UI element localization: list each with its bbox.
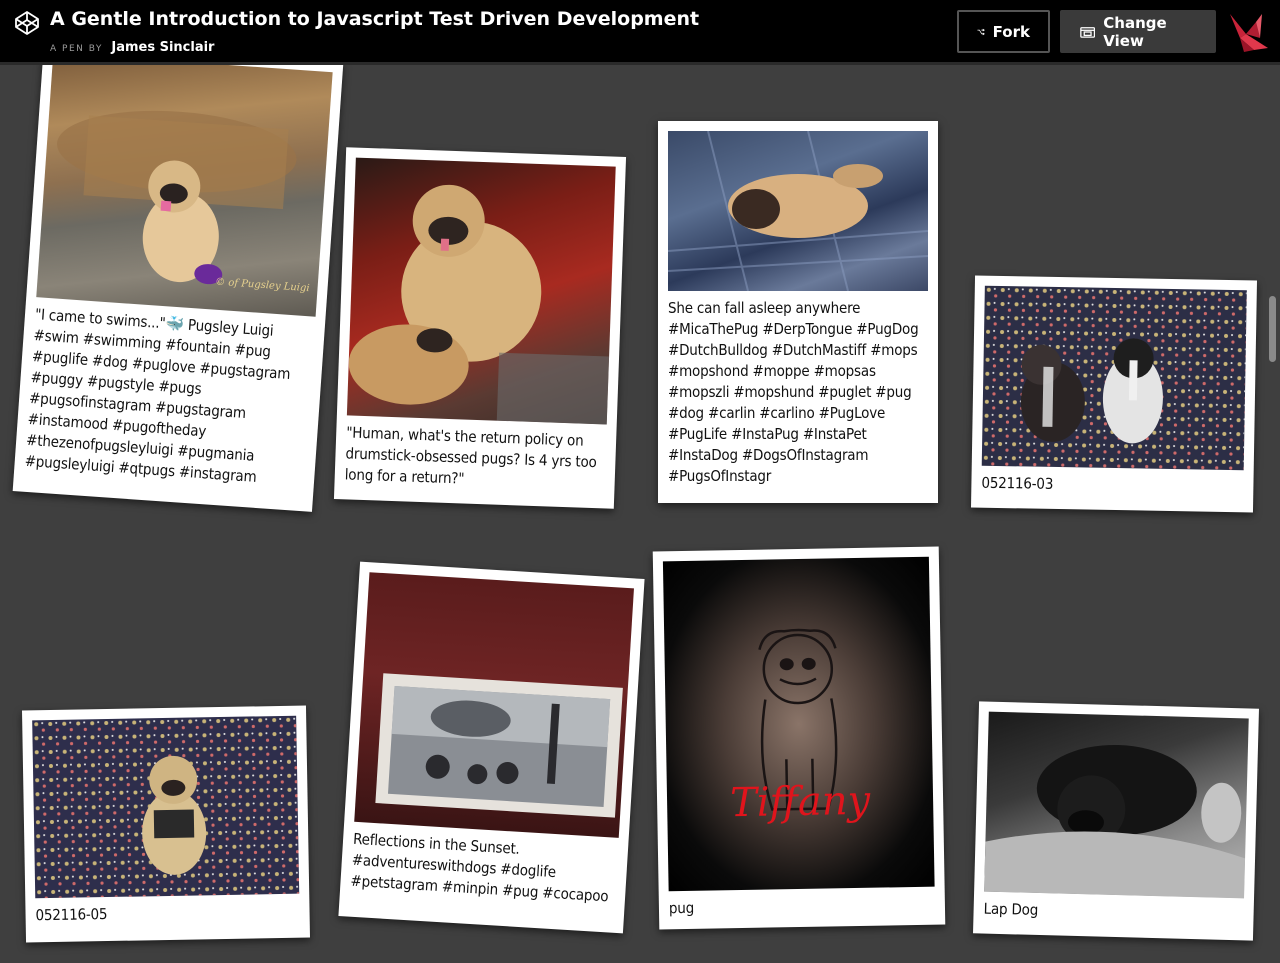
lap-dog-photo	[984, 711, 1249, 899]
card-caption: She can fall asleep anywhere #MicaThePug…	[668, 299, 919, 485]
two-bulldogs-photo	[981, 285, 1247, 471]
pug-fountain-photo: © of Pugsley Luigi	[36, 52, 333, 317]
codepen-logo-icon[interactable]	[14, 10, 40, 36]
sleeping-pug-photo	[668, 131, 928, 291]
change-view-button[interactable]: Change View	[1060, 10, 1216, 53]
card-caption: Lap Dog	[983, 899, 1039, 919]
origami-bird-avatar[interactable]	[1226, 8, 1272, 54]
fork-icon	[977, 28, 985, 35]
card-caption: pug	[668, 898, 695, 918]
photo-card[interactable]: © of Pugsley Luigi "I came to swims..."🐳…	[12, 42, 344, 512]
card-caption: 052116-05	[35, 905, 108, 925]
card-caption: Reflections in the Sunset. #adventureswi…	[350, 829, 609, 906]
photo-card[interactable]: 052116-03	[970, 275, 1258, 513]
photo-card[interactable]: Reflections in the Sunset. #adventureswi…	[338, 561, 645, 934]
change-view-label: Change View	[1103, 13, 1167, 50]
photo-card[interactable]: "Human, what's the return policy on drum…	[333, 147, 627, 509]
photo-card[interactable]: 052116-05	[21, 705, 311, 943]
pen-byline: A PEN BY James Sinclair	[50, 38, 214, 56]
pen-label: A PEN BY	[50, 44, 103, 54]
change-view-icon	[1080, 26, 1096, 38]
pen-title[interactable]: A Gentle Introduction to Javascript Test…	[50, 8, 699, 30]
tattoo-lettering: Tiffany	[729, 777, 871, 827]
pugs-on-sofa-photo	[346, 157, 616, 425]
fork-button[interactable]: Fork	[957, 10, 1050, 53]
pug-harness-photo	[32, 715, 300, 899]
window-reflection-photo	[354, 572, 634, 838]
pen-header: A Gentle Introduction to Javascript Test…	[0, 0, 1280, 65]
card-caption: 052116-03	[981, 473, 1054, 493]
card-caption: "I came to swims..."🐳 Pugsley Luigi #swi…	[24, 305, 291, 486]
author-link[interactable]: James Sinclair	[111, 40, 214, 55]
scrollbar-thumb[interactable]	[1269, 296, 1276, 362]
photo-card[interactable]: She can fall asleep anywhere #MicaThePug…	[658, 121, 938, 503]
photo-card[interactable]: Tiffany pug	[652, 546, 946, 930]
fork-label: Fork	[992, 22, 1030, 41]
photo-card[interactable]: Lap Dog	[973, 701, 1259, 941]
card-caption: "Human, what's the return policy on drum…	[344, 423, 597, 488]
pug-tattoo-photo: Tiffany	[662, 556, 935, 892]
